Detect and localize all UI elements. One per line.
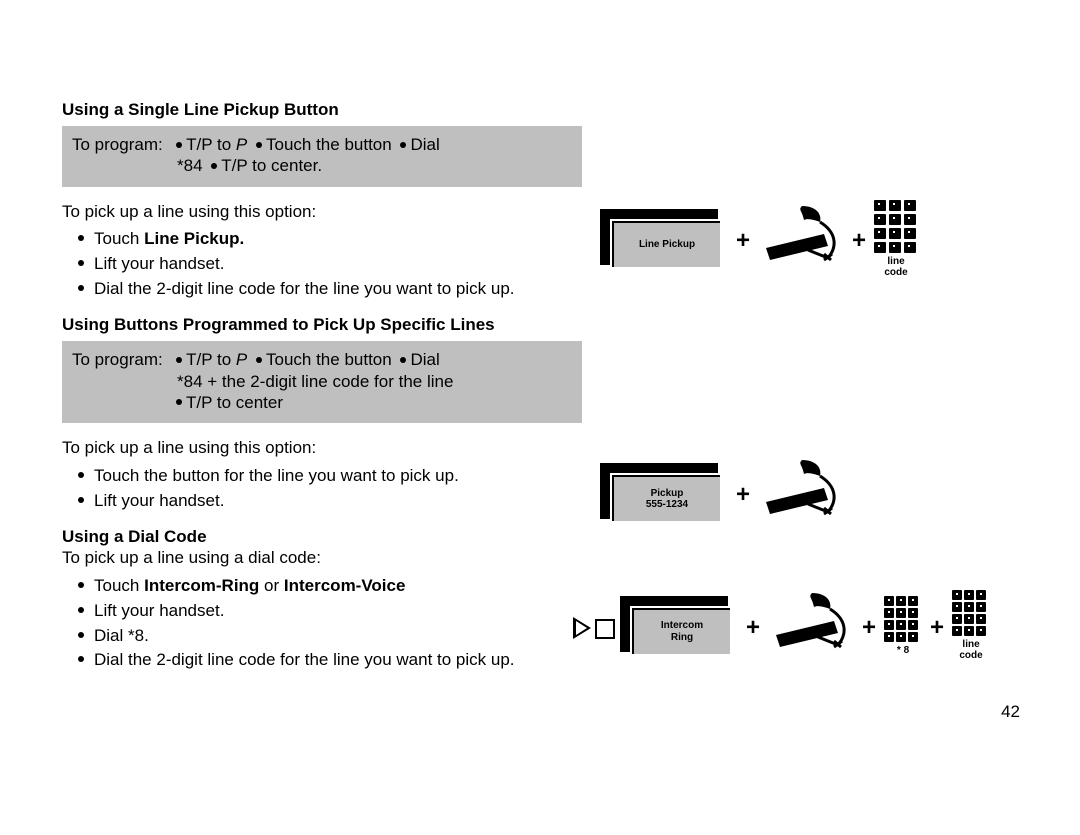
bullet-icon bbox=[176, 357, 182, 363]
plus-icon: + bbox=[736, 481, 750, 509]
bullet-icon bbox=[400, 357, 406, 363]
section1-list: Touch Line Pickup. Lift your handset. Di… bbox=[62, 227, 582, 301]
handset-icon bbox=[758, 458, 844, 528]
bullet-icon bbox=[176, 399, 182, 405]
section3-list: Touch Intercom-Ring or Intercom-Voice Li… bbox=[62, 574, 582, 673]
program-label: To program: bbox=[72, 135, 163, 154]
phone-button-line-pickup: Line Pickup bbox=[600, 209, 728, 269]
keypad-caption: linecode bbox=[874, 256, 918, 278]
list-item: Touch the button for the line you want t… bbox=[94, 464, 582, 489]
section2-program-box: To program: T/P to P Touch the button Di… bbox=[62, 341, 582, 423]
list-item: Lift your handset. bbox=[94, 252, 582, 277]
section2-intro: To pick up a line using this option: bbox=[62, 437, 582, 460]
section1-intro: To pick up a line using this option: bbox=[62, 201, 582, 224]
list-item: Lift your handset. bbox=[94, 489, 582, 514]
phone-button-pickup-number: Pickup 555-1234 bbox=[600, 463, 728, 523]
section3-heading: Using a Dial Code bbox=[62, 527, 582, 547]
bullet-icon bbox=[211, 163, 217, 169]
program-seg1a: T/P to bbox=[186, 350, 236, 369]
program-label: To program: bbox=[72, 350, 163, 369]
phone-button-intercom-ring: Intercom Ring bbox=[620, 596, 738, 656]
button-label: Line Pickup bbox=[612, 221, 720, 267]
bullet-icon bbox=[176, 142, 182, 148]
illustration-row-1: Line Pickup + + linecode bbox=[600, 200, 918, 278]
program-line3-text: T/P to center bbox=[186, 393, 283, 412]
keypad-caption: linecode bbox=[952, 639, 990, 661]
list-item: Dial the 2-digit line code for the line … bbox=[94, 277, 582, 302]
list-item: Dial the 2-digit line code for the line … bbox=[94, 648, 582, 673]
li-bold: Intercom-Voice bbox=[284, 576, 406, 595]
program-seg3: Dial bbox=[410, 135, 439, 154]
program-seg1b: P bbox=[236, 350, 247, 369]
page: Using a Single Line Pickup Button To pro… bbox=[0, 0, 1080, 835]
program-line2b: T/P to center. bbox=[221, 156, 322, 175]
program-seg1a: T/P to bbox=[186, 135, 236, 154]
program-line2: *84 T/P to center. bbox=[72, 155, 572, 176]
bullet-icon bbox=[256, 357, 262, 363]
button-label: Intercom Ring bbox=[632, 608, 730, 654]
section2-list: Touch the button for the line you want t… bbox=[62, 464, 582, 513]
li-text: Touch bbox=[94, 229, 144, 248]
section2-heading: Using Buttons Programmed to Pick Up Spec… bbox=[62, 315, 582, 335]
program-line2a: *84 bbox=[177, 156, 203, 175]
program-seg2: Touch the button bbox=[266, 350, 392, 369]
program-seg2: Touch the button bbox=[266, 135, 392, 154]
keypad-icon: linecode bbox=[874, 200, 918, 278]
left-column: Using a Single Line Pickup Button To pro… bbox=[62, 100, 582, 687]
intercom-indicator-icon bbox=[573, 615, 617, 641]
keypad-icon: linecode bbox=[952, 590, 990, 661]
handset-icon bbox=[758, 204, 844, 274]
program-line2: *84 + the 2-digit line code for the line bbox=[72, 371, 572, 392]
program-seg1b: P bbox=[236, 135, 247, 154]
list-item: Dial *8. bbox=[94, 624, 582, 649]
program-line1: To program: T/P to P Touch the button Di… bbox=[72, 134, 572, 155]
section3-intro: To pick up a line using a dial code: bbox=[62, 547, 582, 570]
bullet-icon bbox=[256, 142, 262, 148]
list-item: Touch Line Pickup. bbox=[94, 227, 582, 252]
illustration-row-3: Intercom Ring + + * 8 bbox=[573, 590, 990, 661]
li-text: Touch bbox=[94, 576, 144, 595]
program-line1: To program: T/P to P Touch the button Di… bbox=[72, 349, 572, 370]
plus-icon: + bbox=[862, 614, 876, 642]
li-text: or bbox=[259, 576, 284, 595]
page-number: 42 bbox=[1001, 702, 1020, 722]
keypad-caption: * 8 bbox=[884, 645, 922, 656]
handset-icon bbox=[768, 591, 854, 661]
keypad-icon: * 8 bbox=[884, 596, 922, 656]
section1-heading: Using a Single Line Pickup Button bbox=[62, 100, 582, 120]
li-bold: Intercom-Ring bbox=[144, 576, 259, 595]
program-seg3: Dial bbox=[410, 350, 439, 369]
button-label: Pickup 555-1234 bbox=[612, 475, 720, 521]
bullet-icon bbox=[400, 142, 406, 148]
plus-icon: + bbox=[736, 227, 750, 255]
plus-icon: + bbox=[930, 614, 944, 642]
illustration-row-2: Pickup 555-1234 + bbox=[600, 458, 844, 528]
list-item: Lift your handset. bbox=[94, 599, 582, 624]
plus-icon: + bbox=[852, 227, 866, 255]
program-line3: T/P to center bbox=[72, 392, 572, 413]
section1-program-box: To program: T/P to P Touch the button Di… bbox=[62, 126, 582, 187]
list-item: Touch Intercom-Ring or Intercom-Voice bbox=[94, 574, 582, 599]
plus-icon: + bbox=[746, 614, 760, 642]
li-bold: Line Pickup. bbox=[144, 229, 244, 248]
